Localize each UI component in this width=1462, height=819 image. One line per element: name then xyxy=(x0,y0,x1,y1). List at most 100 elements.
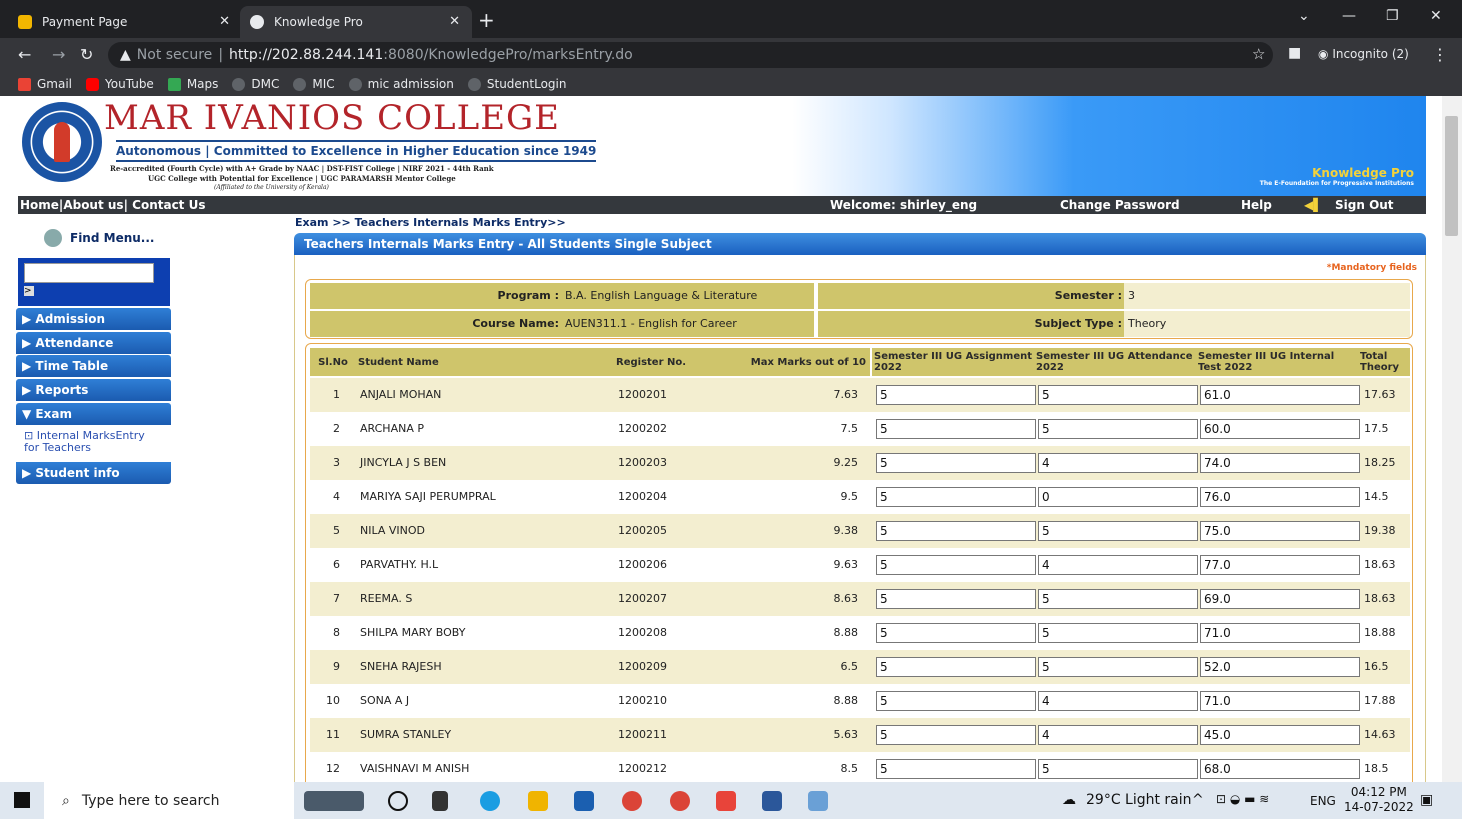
internal-test-input[interactable] xyxy=(1200,725,1360,745)
menu-time-table[interactable]: ▶ Time Table xyxy=(16,355,171,377)
tray-chevron-icon[interactable]: ^ xyxy=(1192,792,1204,808)
close-icon[interactable]: ✕ xyxy=(449,14,460,29)
bookmark-gmail[interactable]: Gmail xyxy=(18,77,72,91)
table-row: 3 JINCYLA J S BEN 1200203 9.25 18.25 xyxy=(310,446,1410,480)
bookmark-dmc[interactable]: DMC xyxy=(232,77,279,91)
back-button[interactable]: ← xyxy=(18,45,31,64)
edge-icon[interactable] xyxy=(480,791,500,811)
internal-test-input[interactable] xyxy=(1200,521,1360,541)
internal-test-input[interactable] xyxy=(1200,657,1360,677)
find-menu-button[interactable]: Find Menu... xyxy=(44,229,154,247)
assignment-input[interactable] xyxy=(876,725,1036,745)
attendance-input[interactable] xyxy=(1038,691,1198,711)
url-input[interactable]: ▲ Not secure | http://202.88.244.141 :80… xyxy=(108,42,1273,68)
tray-icons[interactable]: ⊡ ◒ ▬ ≋ xyxy=(1216,792,1269,806)
internal-test-input[interactable] xyxy=(1200,623,1360,643)
assignment-input[interactable] xyxy=(876,555,1036,575)
assignment-input[interactable] xyxy=(876,487,1036,507)
windows-taskbar: ⌕ Type here to search ☁ 29°C Light rain … xyxy=(0,782,1462,819)
assignment-input[interactable] xyxy=(876,623,1036,643)
attendance-input[interactable] xyxy=(1038,623,1198,643)
bookmark-mic-admission[interactable]: mic admission xyxy=(348,77,454,91)
clock[interactable]: 04:12 PM 14-07-2022 xyxy=(1344,785,1414,815)
menu-search-input[interactable] xyxy=(24,263,154,283)
chrome-icon[interactable] xyxy=(622,791,642,811)
attendance-input[interactable] xyxy=(1038,657,1198,677)
attendance-input[interactable] xyxy=(1038,725,1198,745)
anydesk-icon[interactable] xyxy=(716,791,736,811)
attendance-input[interactable] xyxy=(1038,385,1198,405)
mail-icon[interactable] xyxy=(574,791,594,811)
help-link[interactable]: Help xyxy=(1241,196,1272,214)
bookmark-student-login[interactable]: StudentLogin xyxy=(467,77,567,91)
chrome-incognito-icon[interactable] xyxy=(670,791,690,811)
attendance-input[interactable] xyxy=(1038,759,1198,779)
assignment-input[interactable] xyxy=(876,385,1036,405)
notification-icon[interactable]: ▣ xyxy=(1420,792,1433,808)
attendance-input[interactable] xyxy=(1038,419,1198,439)
menu-icon[interactable]: ⋮ xyxy=(1432,45,1448,64)
new-tab-button[interactable]: + xyxy=(478,8,495,32)
internal-test-input[interactable] xyxy=(1200,555,1360,575)
internal-test-input[interactable] xyxy=(1200,385,1360,405)
bookmark-maps[interactable]: Maps xyxy=(167,77,218,91)
submenu-internal-marks-entry[interactable]: ⊡ Internal MarksEntry for Teachers xyxy=(16,426,171,462)
max-marks-cell: 6.5 xyxy=(840,660,859,673)
internal-test-input[interactable] xyxy=(1200,759,1360,779)
assignment-input[interactable] xyxy=(876,759,1036,779)
attendance-input[interactable] xyxy=(1038,589,1198,609)
star-icon[interactable]: ☆ xyxy=(1252,45,1265,63)
internal-test-input[interactable] xyxy=(1200,453,1360,473)
whale-widget-icon[interactable] xyxy=(304,791,364,811)
assignment-input[interactable] xyxy=(876,521,1036,541)
assignment-input[interactable] xyxy=(876,589,1036,609)
app-icon[interactable] xyxy=(808,791,828,811)
word-icon[interactable] xyxy=(762,791,782,811)
internal-test-input[interactable] xyxy=(1200,487,1360,507)
close-icon[interactable]: ✕ xyxy=(219,14,230,29)
menu-admission[interactable]: ▶ Admission xyxy=(16,308,171,330)
home-about-contact-links[interactable]: Home|About us| Contact Us xyxy=(20,196,205,214)
page-scrollbar[interactable] xyxy=(1442,96,1462,782)
change-password-link[interactable]: Change Password xyxy=(1060,196,1180,214)
attendance-input[interactable] xyxy=(1038,521,1198,541)
internal-test-input[interactable] xyxy=(1200,419,1360,439)
language-indicator[interactable]: ENG xyxy=(1310,794,1336,808)
assignment-input[interactable] xyxy=(876,691,1036,711)
bookmark-youtube[interactable]: YouTube xyxy=(86,77,154,91)
attendance-input[interactable] xyxy=(1038,453,1198,473)
menu-search-go-button[interactable]: > xyxy=(24,286,34,296)
menu-attendance[interactable]: ▶ Attendance xyxy=(16,332,171,354)
menu-reports[interactable]: ▶ Reports xyxy=(16,379,171,401)
forward-button[interactable]: → xyxy=(52,45,65,64)
attendance-input[interactable] xyxy=(1038,555,1198,575)
assignment-input[interactable] xyxy=(876,419,1036,439)
window-close-button[interactable]: ✕ xyxy=(1430,8,1442,24)
internal-test-input[interactable] xyxy=(1200,691,1360,711)
weather-text[interactable]: 29°C Light rain xyxy=(1086,792,1192,808)
profile-button[interactable]: ◉ Incognito (2) xyxy=(1318,47,1409,61)
menu-exam[interactable]: ▼ Exam xyxy=(16,403,171,425)
minimize-button[interactable]: — xyxy=(1342,8,1356,24)
cortana-icon[interactable] xyxy=(388,791,408,811)
windows-start-icon[interactable] xyxy=(14,792,30,808)
taskbar-search-box[interactable]: ⌕ Type here to search xyxy=(44,782,294,819)
file-explorer-icon[interactable] xyxy=(528,791,548,811)
internal-test-input[interactable] xyxy=(1200,589,1360,609)
max-marks-cell: 9.63 xyxy=(833,558,859,571)
assignment-input[interactable] xyxy=(876,657,1036,677)
col-header: Semester III UG Attendance 2022 xyxy=(1034,348,1196,376)
menu-student-info[interactable]: ▶ Student info xyxy=(16,462,171,484)
bookmark-mic[interactable]: MIC xyxy=(293,77,335,91)
tab-knowledge-pro[interactable]: Knowledge Pro ✕ xyxy=(240,6,472,38)
assignment-input[interactable] xyxy=(876,453,1036,473)
sign-out-link[interactable]: Sign Out xyxy=(1335,196,1394,214)
task-view-icon[interactable] xyxy=(432,791,448,811)
reload-button[interactable]: ↻ xyxy=(80,45,93,64)
scrollbar-thumb[interactable] xyxy=(1445,116,1458,236)
chevron-down-icon[interactable]: ⌄ xyxy=(1298,8,1310,24)
sidepanel-icon[interactable]: ■ xyxy=(1288,45,1301,61)
maximize-button[interactable]: ❐ xyxy=(1386,8,1399,24)
tab-payment-page[interactable]: Payment Page ✕ xyxy=(8,6,242,38)
attendance-input[interactable] xyxy=(1038,487,1198,507)
